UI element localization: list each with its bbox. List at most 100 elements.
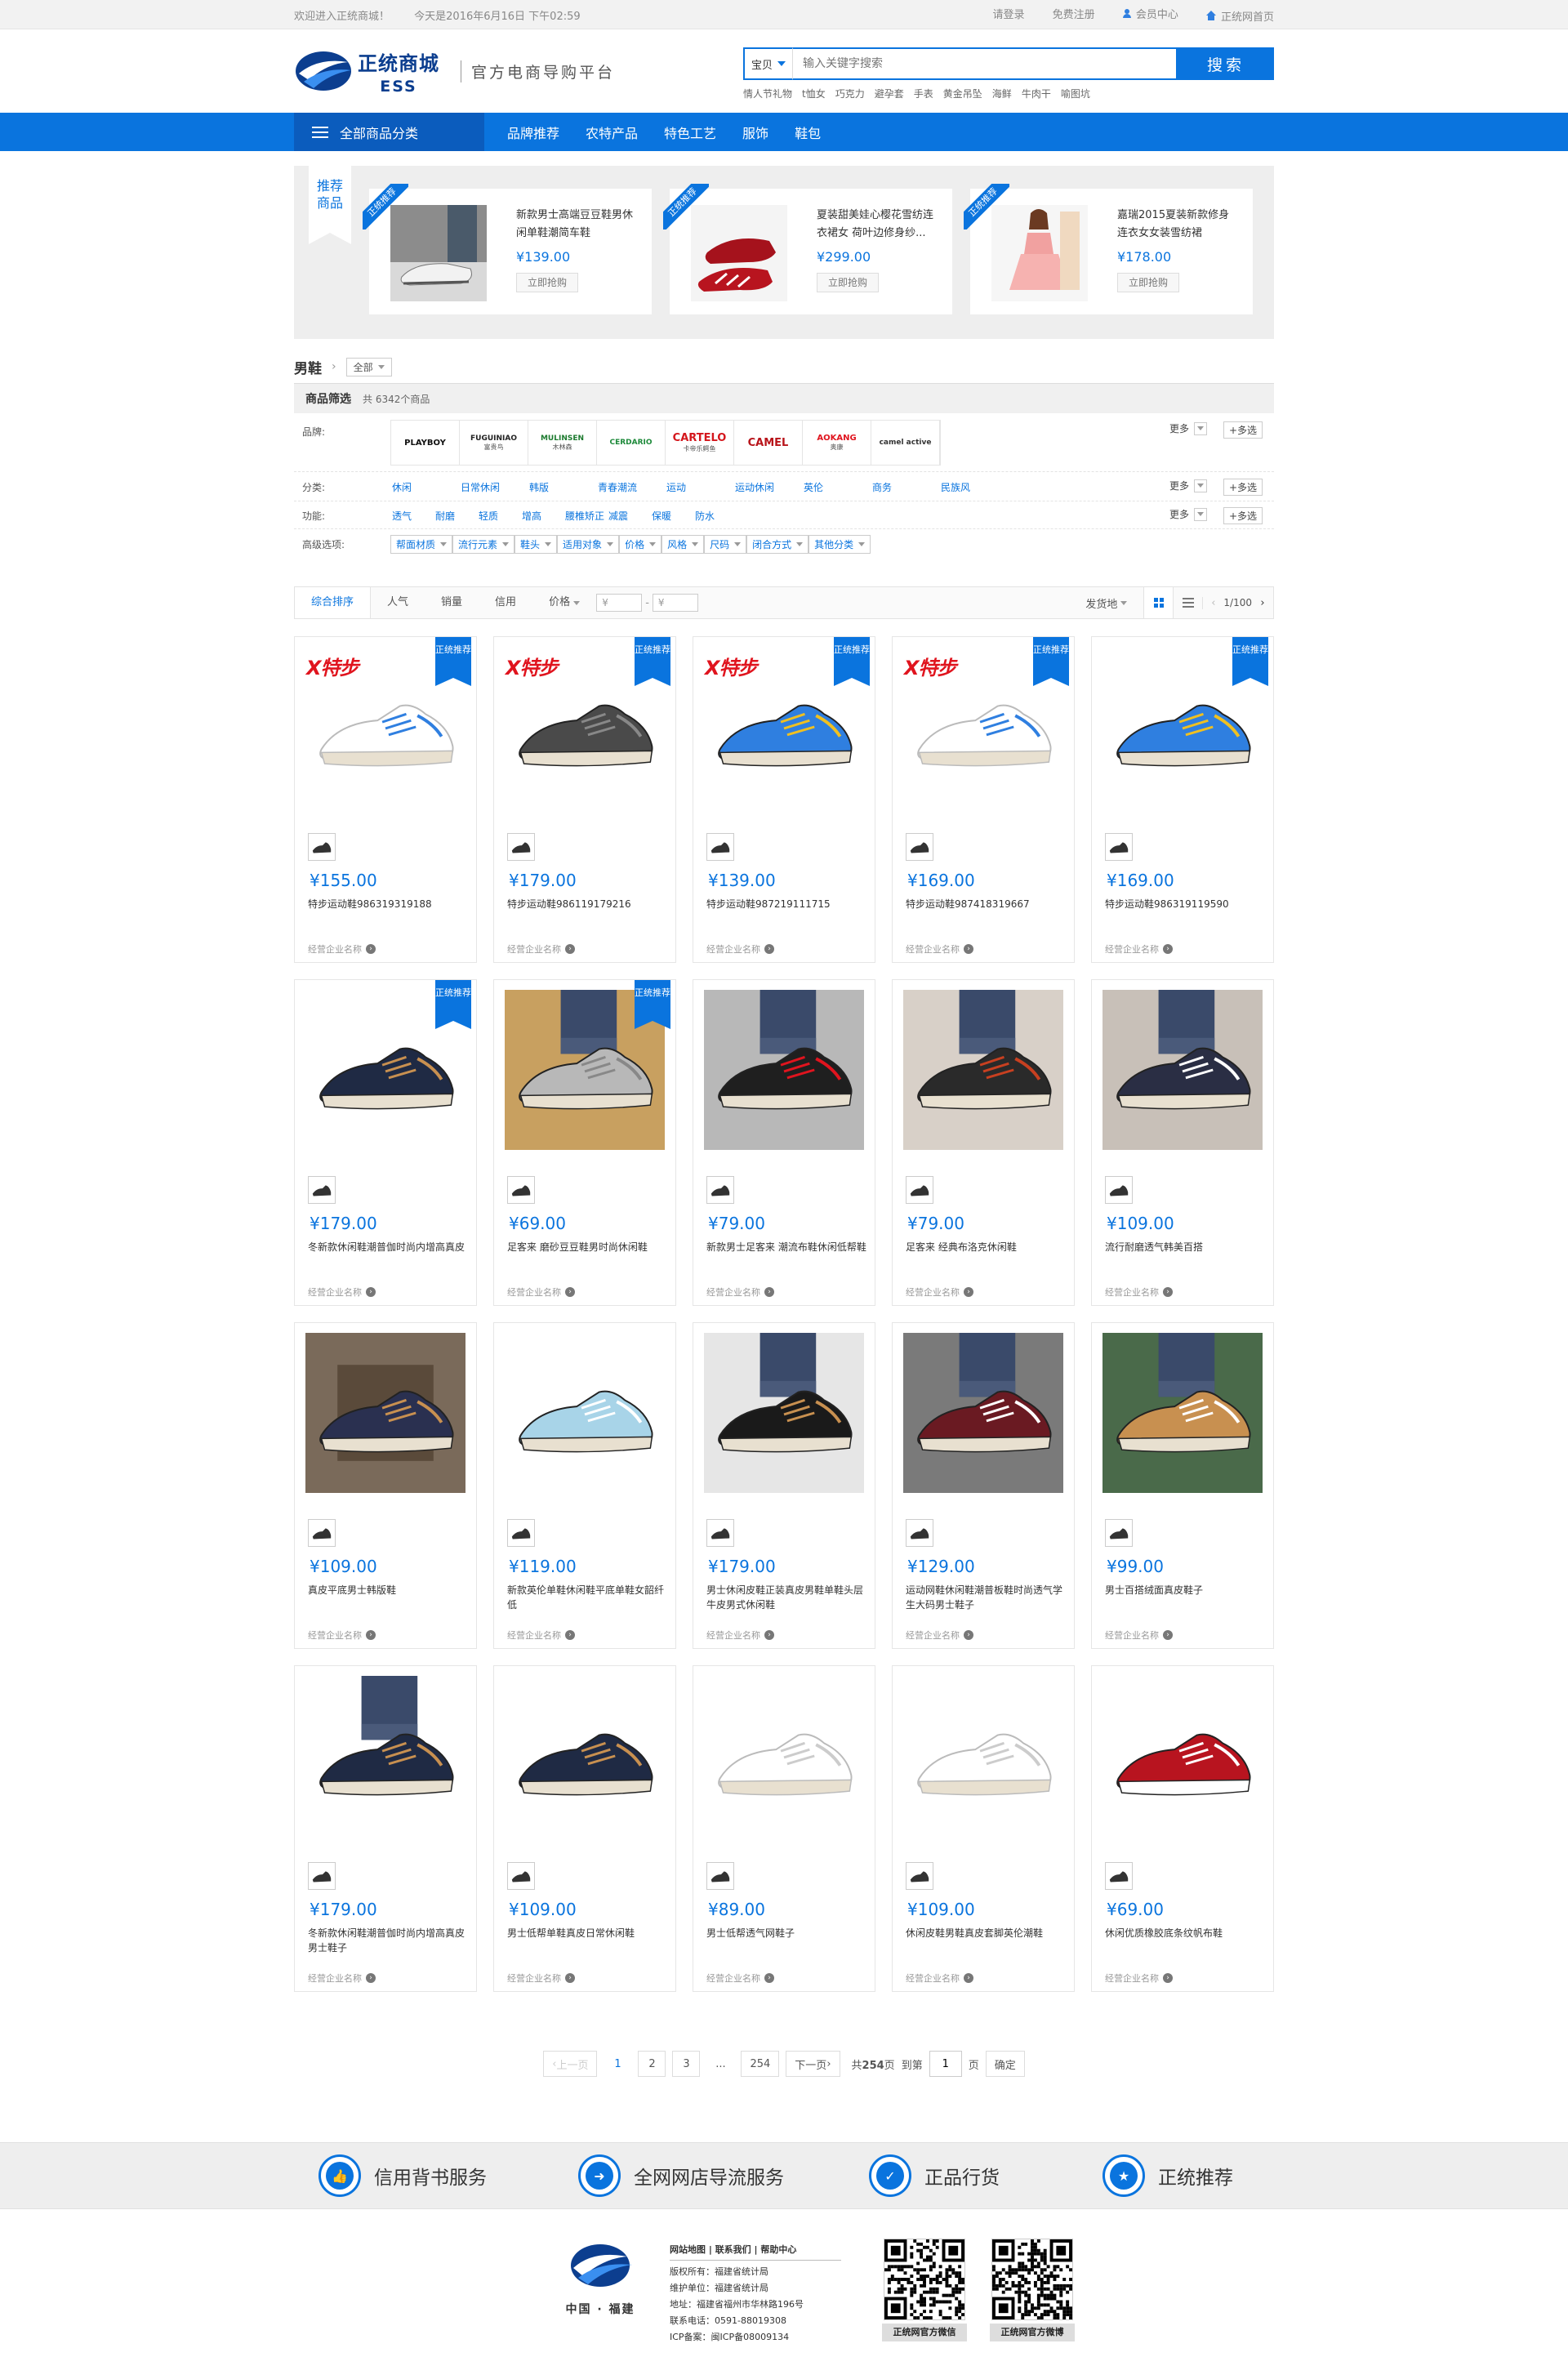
recommend-card[interactable]: 正统推荐 嘉瑞2015夏装新款修身连衣女女装雪纺裙 ¥178.00 立即抢购 bbox=[964, 184, 1253, 314]
filter-option[interactable]: 英伦 bbox=[804, 480, 872, 494]
sort-default[interactable]: 综合排序 bbox=[295, 587, 372, 618]
register-link[interactable]: 免费注册 bbox=[1053, 6, 1095, 21]
filter-option[interactable]: 轻质 bbox=[479, 509, 522, 523]
sort-popularity[interactable]: 人气 bbox=[371, 587, 425, 618]
search-input[interactable] bbox=[792, 47, 1178, 80]
product-name[interactable]: 足客来 磨砂豆豆鞋男时尚休闲鞋 bbox=[507, 1240, 667, 1254]
site-logo[interactable]: 正统商城 ESS 官方电商导购平台 bbox=[294, 46, 615, 96]
product-name[interactable]: 冬新款休闲鞋潮普伽时尚内增高真皮男士鞋子 bbox=[308, 1926, 468, 1955]
home-link[interactable]: 正统网首页 bbox=[1205, 8, 1274, 24]
product-thumbnail[interactable] bbox=[906, 1176, 933, 1204]
hot-word-link[interactable]: 情人节礼物 bbox=[743, 88, 792, 100]
product-image[interactable] bbox=[1102, 990, 1263, 1150]
footer-link-sitemap[interactable]: 网站地图 bbox=[670, 2244, 706, 2255]
product-name[interactable]: 足客来 经典布洛克休闲鞋 bbox=[906, 1240, 1066, 1254]
shop-name-link[interactable]: 经营企业名称 › bbox=[1105, 1285, 1173, 1299]
nav-item-brands[interactable]: 品牌推荐 bbox=[507, 123, 559, 142]
brand-logo[interactable]: CERDARIO bbox=[597, 421, 666, 465]
product-name[interactable]: 特步运动鞋986319319188 bbox=[308, 897, 468, 911]
shop-name-link[interactable]: 经营企业名称 › bbox=[706, 1629, 774, 1642]
product-name[interactable]: 男士休闲皮鞋正装真皮男鞋单鞋头层牛皮男式休闲鞋 bbox=[706, 1583, 866, 1612]
product-thumbnail[interactable] bbox=[507, 1519, 535, 1547]
product-card[interactable]: ¥109.00 休闲皮鞋男鞋真皮套脚英伦潮鞋 经营企业名称 › bbox=[892, 1665, 1075, 1992]
product-name[interactable]: 流行耐磨透气韩美百搭 bbox=[1105, 1240, 1265, 1254]
product-thumbnail[interactable] bbox=[906, 833, 933, 861]
advanced-filter-select[interactable]: 帮面材质 bbox=[390, 535, 453, 554]
filter-option[interactable]: 运动 bbox=[666, 480, 735, 494]
filter-option[interactable]: 耐磨 bbox=[435, 509, 479, 523]
shop-name-link[interactable]: 经营企业名称 › bbox=[906, 1285, 973, 1299]
product-card[interactable]: ¥79.00 足客来 经典布洛克休闲鞋 经营企业名称 › bbox=[892, 979, 1075, 1306]
filter-option[interactable]: 韩版 bbox=[529, 480, 598, 494]
shop-name-link[interactable]: 经营企业名称 › bbox=[308, 1972, 376, 1985]
more-button[interactable]: 更多 bbox=[1169, 479, 1207, 492]
shop-name-link[interactable]: 经营企业名称 › bbox=[706, 1285, 774, 1299]
nav-item-shoes-bags[interactable]: 鞋包 bbox=[795, 123, 821, 142]
product-card[interactable]: ¥129.00 运动网鞋休闲鞋潮普板鞋时尚透气学生大码男士鞋子 经营企业名称 › bbox=[892, 1322, 1075, 1649]
product-thumbnail[interactable] bbox=[507, 1862, 535, 1890]
page-2[interactable]: 2 bbox=[638, 2051, 666, 2077]
filter-option[interactable]: 保暖 bbox=[652, 509, 695, 523]
brand-logo[interactable]: MULINSEN 木林森 bbox=[528, 421, 597, 465]
product-thumbnail[interactable] bbox=[706, 1176, 734, 1204]
hot-word-link[interactable]: 黄金吊坠 bbox=[943, 88, 982, 100]
sort-sales[interactable]: 销量 bbox=[425, 587, 479, 618]
more-button[interactable]: 更多 bbox=[1169, 507, 1207, 521]
product-thumbnail[interactable] bbox=[706, 1519, 734, 1547]
product-card[interactable]: 正统推荐 ¥69.00 足客来 磨砂豆豆鞋男时尚休闲鞋 经营企业名称 › bbox=[493, 979, 676, 1306]
product-card[interactable]: X特步 正统推荐 ¥155.00 特步运动鞋986319319188 经营企业名称 › bbox=[294, 636, 477, 963]
breadcrumb-scope-select[interactable]: 全部 bbox=[345, 357, 392, 376]
filter-option[interactable]: 腰椎矫正 bbox=[565, 509, 608, 523]
product-image[interactable] bbox=[703, 1333, 865, 1493]
filter-option[interactable]: 民族风 bbox=[941, 480, 1009, 494]
advanced-filter-select[interactable]: 流行元素 bbox=[452, 535, 515, 554]
shop-name-link[interactable]: 经营企业名称 › bbox=[906, 1629, 973, 1642]
product-card[interactable]: ¥109.00 男士低帮单鞋真皮日常休闲鞋 经营企业名称 › bbox=[493, 1665, 676, 1992]
shop-name-link[interactable]: 经营企业名称 › bbox=[308, 1629, 376, 1642]
buy-now-button[interactable]: 立即抢购 bbox=[1117, 273, 1179, 292]
product-card[interactable]: X特步 正统推荐 ¥139.00 特步运动鞋987219111715 经营企业名称 › bbox=[693, 636, 875, 963]
filter-option[interactable]: 青春潮流 bbox=[598, 480, 666, 494]
sort-price[interactable]: 价格 bbox=[532, 587, 596, 618]
product-name[interactable]: 男士低帮透气网鞋子 bbox=[706, 1926, 866, 1940]
product-name[interactable]: 特步运动鞋986119179216 bbox=[507, 897, 667, 911]
product-thumbnail[interactable] bbox=[706, 1862, 734, 1890]
product-name[interactable]: 新款男士足客来 潮流布鞋休闲低帮鞋 bbox=[706, 1240, 866, 1254]
advanced-filter-select[interactable]: 鞋头 bbox=[514, 535, 558, 554]
product-image[interactable] bbox=[504, 1333, 666, 1493]
advanced-filter-select[interactable]: 风格 bbox=[662, 535, 705, 554]
prev-page-arrow[interactable]: ‹ bbox=[1202, 596, 1223, 609]
hot-word-link[interactable]: 手表 bbox=[914, 88, 933, 100]
product-image[interactable] bbox=[902, 990, 1064, 1150]
product-image[interactable] bbox=[504, 1676, 666, 1836]
shop-name-link[interactable]: 经营企业名称 › bbox=[507, 942, 575, 956]
product-image[interactable] bbox=[902, 1676, 1064, 1836]
login-link[interactable]: 请登录 bbox=[993, 6, 1025, 21]
product-thumbnail[interactable] bbox=[507, 833, 535, 861]
page-last[interactable]: 254 bbox=[741, 2051, 780, 2077]
multi-select-button[interactable]: +多选 bbox=[1223, 421, 1263, 439]
filter-option[interactable]: 日常休闲 bbox=[461, 480, 529, 494]
next-page-button[interactable]: 下一页 › bbox=[786, 2051, 840, 2077]
product-card[interactable]: ¥179.00 冬新款休闲鞋潮普伽时尚内增高真皮男士鞋子 经营企业名称 › bbox=[294, 1665, 477, 1992]
footer-link-contact[interactable]: 联系我们 bbox=[715, 2244, 751, 2255]
product-name[interactable]: 特步运动鞋987418319667 bbox=[906, 897, 1066, 911]
product-thumbnail[interactable] bbox=[308, 833, 336, 861]
filter-option[interactable]: 休闲 bbox=[392, 480, 461, 494]
page-1[interactable]: 1 bbox=[604, 2051, 632, 2077]
advanced-filter-select[interactable]: 尺码 bbox=[704, 535, 747, 554]
brand-logo[interactable]: camel active bbox=[871, 421, 940, 465]
product-thumbnail[interactable] bbox=[308, 1862, 336, 1890]
product-image[interactable] bbox=[305, 1333, 466, 1493]
product-name[interactable]: 运动网鞋休闲鞋潮普板鞋时尚透气学生大码男士鞋子 bbox=[906, 1583, 1066, 1612]
product-thumbnail[interactable] bbox=[308, 1519, 336, 1547]
next-page-arrow[interactable]: › bbox=[1252, 597, 1273, 609]
filter-option[interactable]: 商务 bbox=[872, 480, 941, 494]
product-card[interactable]: ¥119.00 新款英伦单鞋休闲鞋平底单鞋女韶纤低 经营企业名称 › bbox=[493, 1322, 676, 1649]
shop-name-link[interactable]: 经营企业名称 › bbox=[507, 1285, 575, 1299]
multi-select-button[interactable]: +多选 bbox=[1223, 479, 1263, 496]
product-thumbnail[interactable] bbox=[906, 1519, 933, 1547]
page-3[interactable]: 3 bbox=[672, 2051, 701, 2077]
product-card[interactable]: X特步 正统推荐 ¥179.00 特步运动鞋986119179216 经营企业名称 › bbox=[493, 636, 676, 963]
grid-view-button[interactable] bbox=[1143, 587, 1174, 618]
